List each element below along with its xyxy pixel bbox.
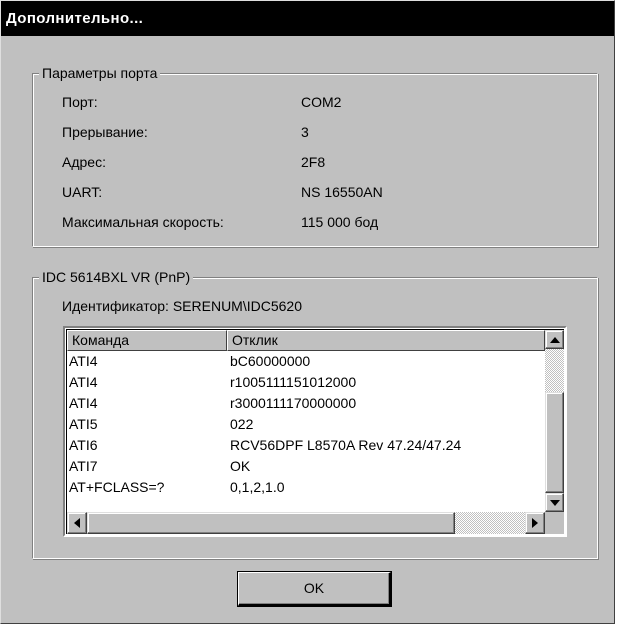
column-header-command[interactable]: Команда xyxy=(67,330,227,351)
advanced-dialog: Дополнительно... Параметры порта Порт: C… xyxy=(0,0,615,624)
scroll-right-button[interactable] xyxy=(525,512,545,534)
cell-response[interactable]: r3000111170000000 xyxy=(230,393,356,414)
cell-response[interactable]: 0,1,2,1.0 xyxy=(230,477,285,498)
device-identifier: Идентификатор: SERENUM\IDC5620 xyxy=(62,298,302,314)
port-value: COM2 xyxy=(301,94,342,110)
cell-response[interactable]: bC60000000 xyxy=(230,351,310,372)
device-group-legend: IDC 5614BXL VR (PnP) xyxy=(39,269,194,285)
arrow-left-icon xyxy=(74,518,80,528)
arrow-down-icon xyxy=(549,499,560,506)
cell-command[interactable]: ATI7 xyxy=(69,456,98,477)
arrow-up-icon xyxy=(549,336,560,343)
port-label: Порт: xyxy=(62,94,98,110)
cell-response[interactable]: 022 xyxy=(230,414,253,435)
horizontal-scroll-thumb[interactable] xyxy=(87,512,455,534)
port-parameters-legend: Параметры порта xyxy=(39,65,161,81)
max-speed-label: Максимальная скорость: xyxy=(62,214,224,230)
interrupt-value: 3 xyxy=(301,124,309,140)
scroll-up-button[interactable] xyxy=(545,330,564,349)
address-value: 2F8 xyxy=(301,154,326,170)
horizontal-scrollbar[interactable] xyxy=(67,512,545,534)
cell-command[interactable]: ATI4 xyxy=(69,393,98,414)
cell-response[interactable]: r1005111151012000 xyxy=(230,372,356,393)
window-title: Дополнительно... xyxy=(1,1,614,36)
cell-command[interactable]: ATI4 xyxy=(69,351,98,372)
max-speed-value: 115 000 бод xyxy=(301,214,379,230)
cell-response[interactable]: OK xyxy=(230,456,250,477)
arrow-right-icon xyxy=(532,518,538,528)
vertical-scrollbar[interactable] xyxy=(545,330,564,512)
cell-response[interactable]: RCV56DPF L8570A Rev 47.24/47.24 xyxy=(230,435,461,456)
address-label: Адрес: xyxy=(62,154,106,170)
uart-value: NS 16550AN xyxy=(301,184,383,200)
column-header-response[interactable]: Отклик xyxy=(227,330,545,351)
uart-label: UART: xyxy=(62,184,103,200)
scrollbar-corner xyxy=(545,512,564,534)
scroll-down-button[interactable] xyxy=(545,493,564,512)
command-response-list[interactable]: Команда Отклик ATI4 bC60000000 ATI4 r100… xyxy=(63,326,567,537)
vertical-scroll-thumb[interactable] xyxy=(545,392,564,493)
interrupt-label: Прерывание: xyxy=(62,124,148,140)
cell-command[interactable]: AT+FCLASS=? xyxy=(69,477,164,498)
cell-command[interactable]: ATI4 xyxy=(69,372,98,393)
ok-button[interactable]: OK xyxy=(238,572,391,606)
cell-command[interactable]: ATI5 xyxy=(69,414,98,435)
scroll-left-button[interactable] xyxy=(67,512,87,534)
cell-command[interactable]: ATI6 xyxy=(69,435,98,456)
